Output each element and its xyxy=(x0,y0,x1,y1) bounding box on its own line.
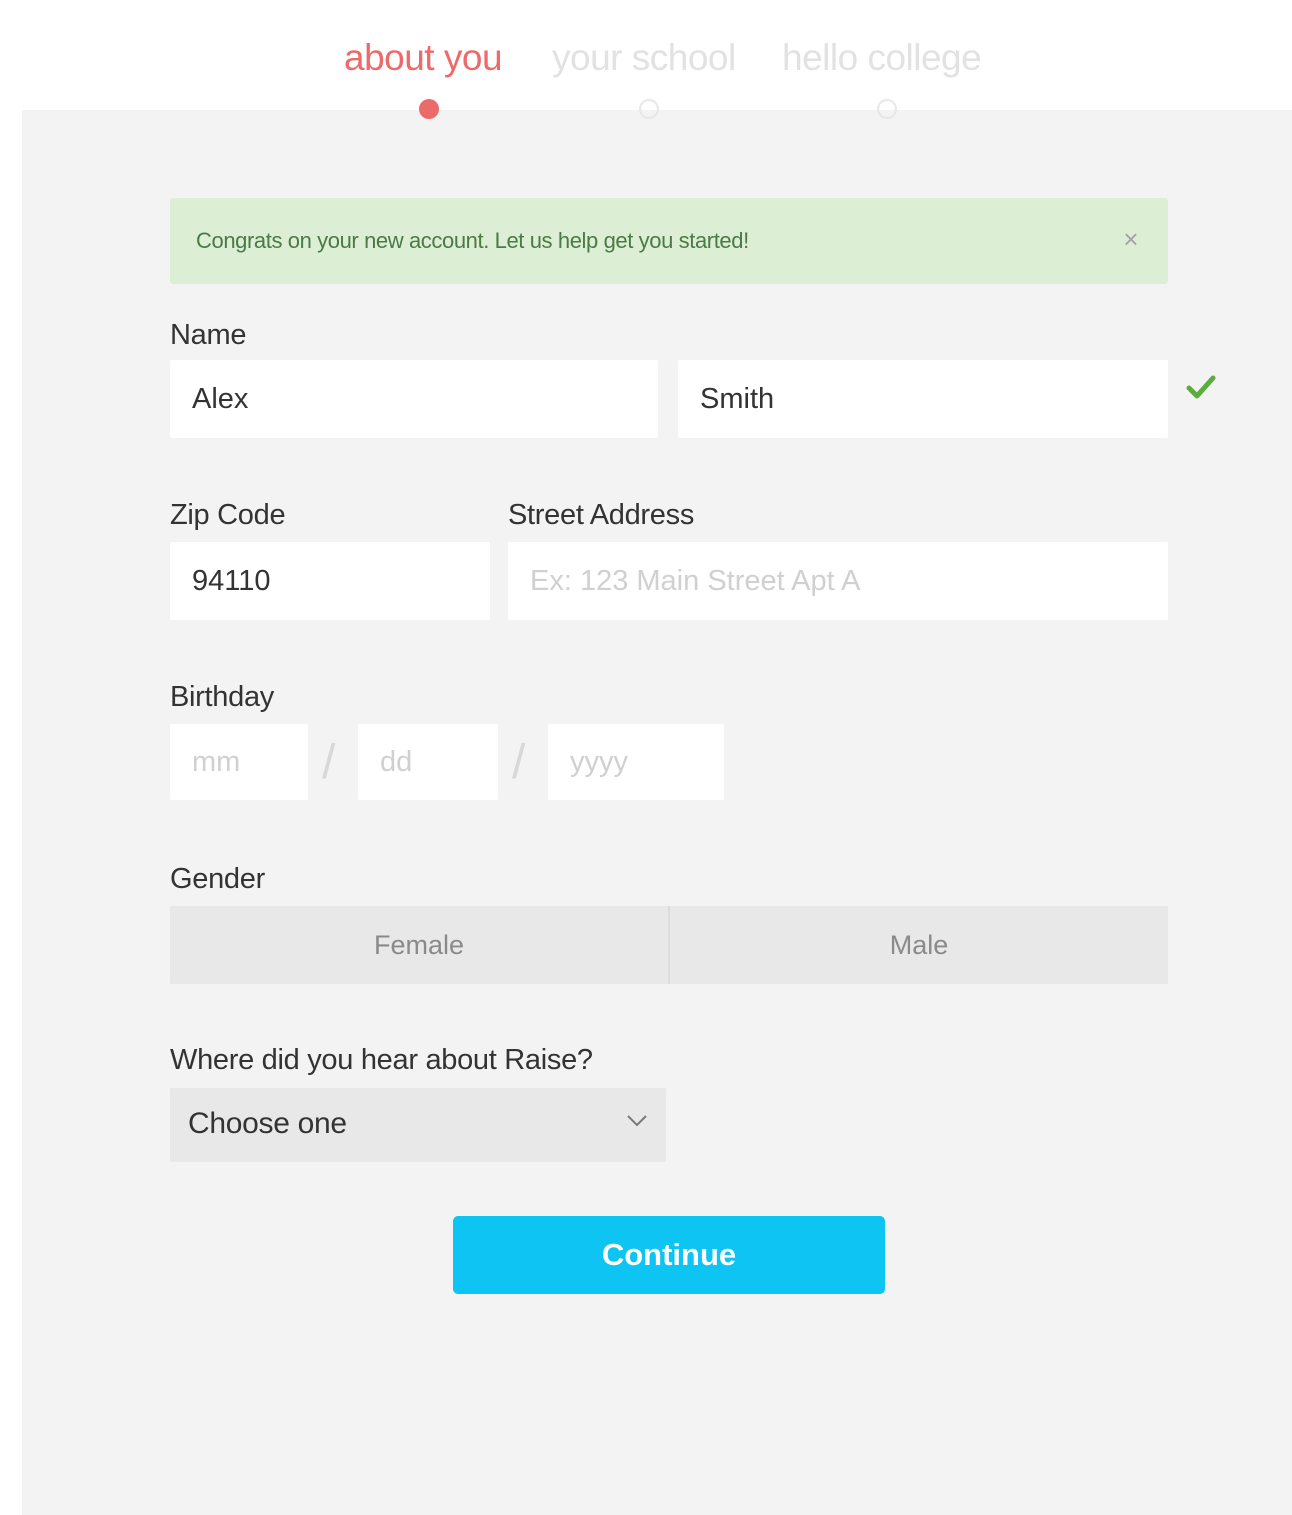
step-about-you[interactable]: about you xyxy=(344,36,503,80)
first-name-input[interactable] xyxy=(170,360,658,438)
step-indicator-active xyxy=(419,99,439,119)
alert-message: Congrats on your new account. Let us hel… xyxy=(196,228,749,253)
close-icon[interactable]: × xyxy=(1120,226,1142,252)
step-indicator-inactive xyxy=(639,99,659,119)
gender-male-button[interactable]: Male xyxy=(668,906,1168,984)
name-label: Name xyxy=(170,319,247,351)
progress-header: about you your school hello college xyxy=(22,0,1292,110)
birth-day-input[interactable] xyxy=(358,724,498,800)
birth-year-input[interactable] xyxy=(548,724,724,800)
referral-select[interactable]: Choose one xyxy=(170,1088,666,1162)
zip-code-input[interactable] xyxy=(170,542,490,620)
success-alert: Congrats on your new account. Let us hel… xyxy=(170,198,1168,284)
date-separator: / xyxy=(322,736,336,789)
street-label: Street Address xyxy=(508,499,695,531)
step-indicator-inactive xyxy=(877,99,897,119)
step-hello-college[interactable]: hello college xyxy=(782,36,982,80)
date-separator: / xyxy=(512,736,526,789)
gender-female-button[interactable]: Female xyxy=(170,906,668,984)
birthday-label: Birthday xyxy=(170,681,274,713)
street-address-input[interactable] xyxy=(508,542,1168,620)
continue-button[interactable]: Continue xyxy=(453,1216,885,1294)
step-your-school[interactable]: your school xyxy=(552,36,736,80)
gender-label: Gender xyxy=(170,863,265,895)
onboarding-frame: about you your school hello college Cong… xyxy=(22,0,1292,1515)
chevron-down-icon xyxy=(627,1115,647,1127)
zip-label: Zip Code xyxy=(170,499,286,531)
referral-selected-value: Choose one xyxy=(188,1107,347,1140)
gender-toggle: Female Male xyxy=(170,906,1168,984)
checkmark-icon xyxy=(1186,375,1216,399)
referral-label: Where did you hear about Raise? xyxy=(170,1044,593,1076)
birth-month-input[interactable] xyxy=(170,724,308,800)
last-name-input[interactable] xyxy=(678,360,1168,438)
